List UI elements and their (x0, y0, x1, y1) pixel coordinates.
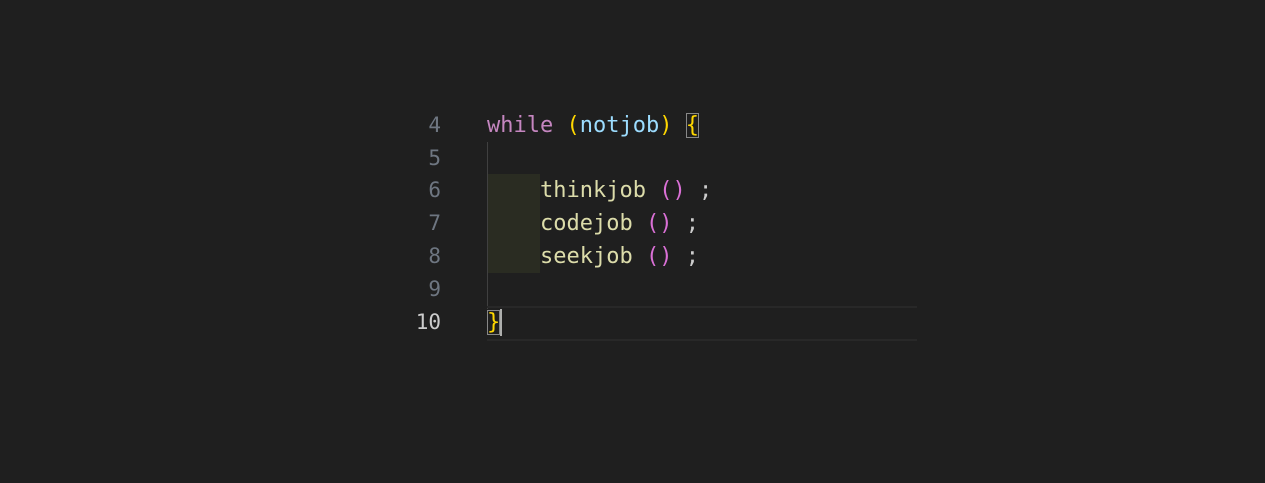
code-editor[interactable]: 4 while (notjob) { 5 6 thinkjob () ; 7 c… (0, 0, 1265, 483)
brace-open-token: { (685, 113, 699, 138)
line-number: 4 (428, 113, 441, 137)
code-line[interactable]: 5 (0, 142, 1265, 175)
line-number: 8 (428, 244, 441, 268)
code-line[interactable]: 6 thinkjob () ; (0, 174, 1265, 207)
line-number: 6 (428, 178, 441, 202)
function-call-token: seekjob (540, 244, 633, 269)
line-code[interactable]: seekjob () ; (540, 240, 699, 273)
code-line[interactable]: 4 while (notjob) { (0, 109, 1265, 142)
code-line[interactable]: 7 codejob () ; (0, 207, 1265, 240)
parens-token: () (645, 211, 673, 236)
code-line[interactable]: 8 seekjob () ; (0, 240, 1265, 273)
brace-close-token: } (487, 310, 501, 335)
keyword-token: while (487, 113, 554, 138)
text-cursor (500, 309, 502, 336)
line-number: 9 (428, 277, 441, 301)
code-line[interactable]: 9 (0, 273, 1265, 306)
paren-close-token: ) (659, 113, 673, 138)
paren-open-token: ( (566, 113, 580, 138)
semicolon-token: ; (685, 244, 699, 269)
line-code[interactable]: codejob () ; (540, 207, 699, 240)
line-code[interactable]: thinkjob () ; (540, 174, 712, 207)
line-number: 10 (415, 310, 441, 334)
parens-token: () (645, 244, 673, 269)
parens-token: () (659, 178, 686, 203)
line-number: 5 (428, 146, 441, 170)
code-line[interactable]: 10 } (0, 306, 1265, 339)
line-number: 7 (428, 211, 441, 235)
function-call-token: thinkjob (540, 178, 646, 203)
variable-token: notjob (579, 113, 660, 138)
semicolon-token: ; (698, 178, 713, 203)
semicolon-token: ; (685, 211, 699, 236)
function-call-token: codejob (540, 211, 633, 236)
line-code[interactable]: while (notjob) { (487, 109, 699, 142)
line-code[interactable]: } (487, 306, 501, 339)
